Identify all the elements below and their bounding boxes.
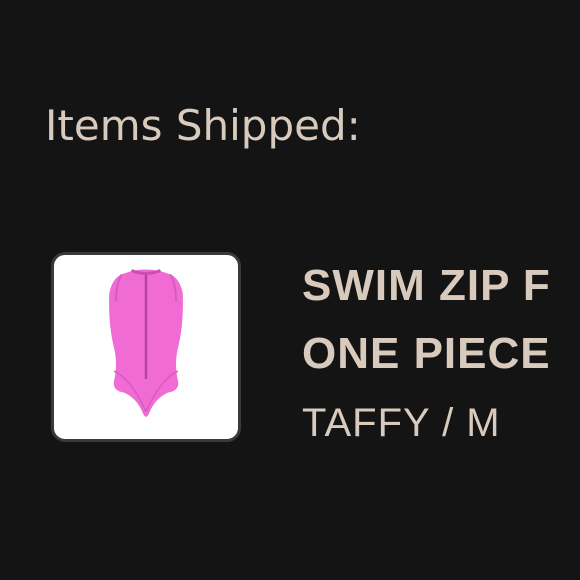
swimsuit-image [109,269,183,417]
order-shipment-screen: Items Shipped: SWIM ZIP F ONE PIECE TAFF… [0,0,580,580]
item-variant: TAFFY / M [302,401,501,445]
items-shipped-heading: Items Shipped: [45,101,361,150]
item-name-line-1[interactable]: SWIM ZIP F [302,261,551,311]
product-thumbnail[interactable] [51,252,241,442]
item-name-line-2[interactable]: ONE PIECE [302,329,551,379]
